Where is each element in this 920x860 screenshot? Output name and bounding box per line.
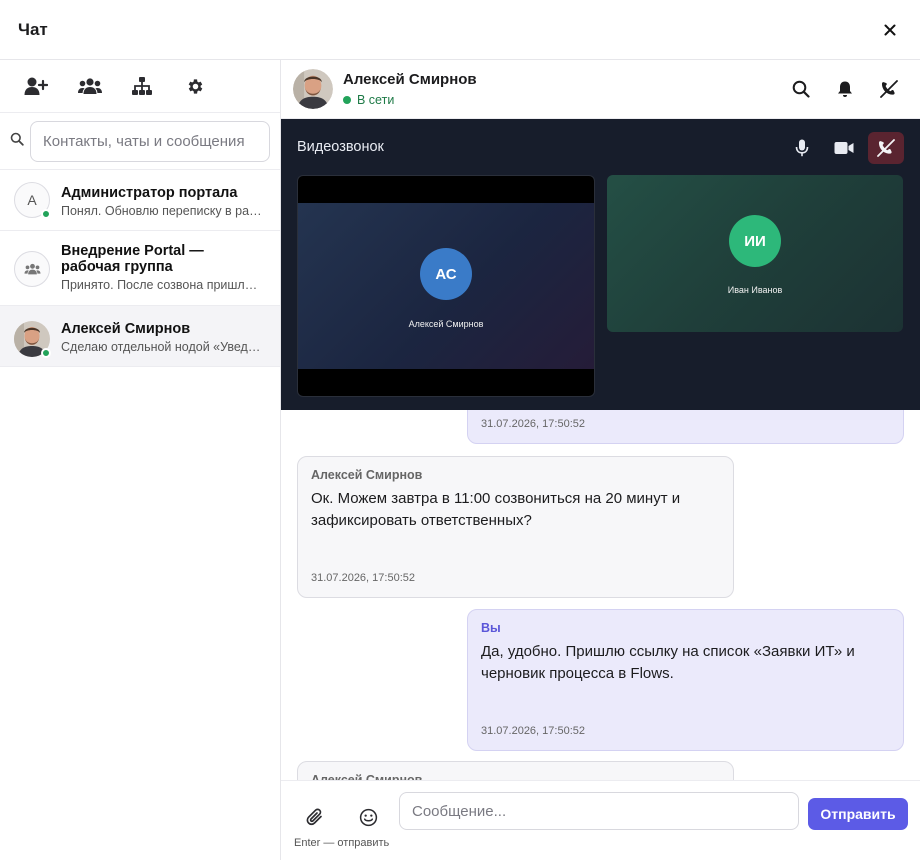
add-contact-button[interactable]: [22, 66, 76, 106]
org-structure-icon: [132, 77, 152, 95]
camera-icon: [834, 142, 854, 154]
message-bubble-outgoing: Вы Да, удобно. Пришлю ссылку на список «…: [467, 609, 904, 751]
camera-toggle-button[interactable]: [826, 132, 862, 164]
contacts-search-input[interactable]: [30, 120, 270, 162]
avatar: [293, 69, 333, 109]
participant-avatar: ИИ: [729, 215, 781, 267]
participant-name: Алексей Смирнов: [408, 319, 484, 329]
chat-preview: Принято. После созвона пришлю итоги.: [61, 278, 266, 292]
chat-name: Алексей Смирнов: [61, 321, 191, 337]
microphone-icon: [795, 139, 809, 157]
chat-preview: Сделаю отдельной нодой «Уведомления».: [61, 340, 266, 354]
paperclip-icon: [306, 808, 322, 826]
group-icon: [24, 263, 40, 275]
sidebar-toolbar: [0, 60, 280, 113]
notifications-button[interactable]: [832, 76, 858, 102]
message-bubble-incoming: Алексей Смирнов: [297, 761, 734, 780]
sidebar: А Администратор портала Понял. Обновлю п…: [0, 60, 281, 860]
end-call-icon: [877, 139, 895, 157]
user-photo: [293, 69, 333, 109]
message-time: 31.07.2026, 17:50:52: [311, 572, 415, 584]
search-button[interactable]: [788, 76, 814, 102]
message-author: Алексей Смирнов: [311, 468, 423, 482]
presence-status: В сети: [343, 93, 788, 107]
chat-list-item-active[interactable]: Алексей Смирнов Сделаю отдельной нодой «…: [0, 306, 280, 367]
contact-name: Алексей Смирнов: [343, 71, 477, 88]
add-user-icon: [24, 77, 48, 95]
message-author: Вы: [481, 621, 501, 635]
avatar: [14, 251, 50, 287]
create-group-button[interactable]: [76, 66, 130, 106]
avatar: [14, 321, 51, 358]
message-author: Алексей Смирнов: [311, 773, 423, 780]
microphone-toggle-button[interactable]: [784, 132, 820, 164]
chat-name: Внедрение Portal — рабочая группа: [61, 243, 204, 275]
status-text: В сети: [357, 93, 395, 107]
video-call-panel: Видеозвонок АС Алексей Смирнов ИИ Иван И…: [281, 119, 920, 410]
message-time: 31.07.2026, 17:50:52: [481, 418, 585, 430]
conversation-header: Алексей Смирнов В сети: [281, 60, 920, 119]
avatar: А: [14, 182, 51, 219]
gear-icon: [188, 78, 203, 94]
emoji-button[interactable]: [354, 803, 382, 831]
message-input[interactable]: [399, 792, 799, 830]
attach-button[interactable]: [301, 803, 329, 831]
settings-button[interactable]: [184, 66, 238, 106]
chat-name: Администратор портала: [61, 185, 238, 201]
message-text: Ок. Можем завтра в 11:00 созвониться на …: [311, 490, 681, 529]
video-call-title: Видеозвонок: [297, 139, 384, 155]
org-structure-button[interactable]: [130, 66, 184, 106]
end-call-icon: [880, 80, 898, 98]
video-tile[interactable]: АС Алексей Смирнов: [297, 175, 595, 397]
end-call-header-button[interactable]: [876, 76, 902, 102]
close-button[interactable]: [878, 18, 902, 42]
message-composer: Отправить Enter — отправить: [281, 780, 920, 860]
window-header: Чат: [0, 0, 920, 60]
message-bubble-incoming: Алексей Смирнов Ок. Можем завтра в 11:00…: [297, 456, 734, 598]
chat-list-item[interactable]: А Администратор портала Понял. Обновлю п…: [0, 170, 280, 231]
chat-list-item[interactable]: Внедрение Portal — рабочая группа Принят…: [0, 231, 280, 306]
conversation-panel: Алексей Смирнов В сети Видеозвонок АС Ал…: [281, 60, 920, 860]
close-icon: [884, 24, 896, 35]
online-indicator: [41, 209, 51, 219]
participant-avatar: АС: [420, 248, 472, 300]
composer-hint: Enter — отправить: [294, 837, 390, 849]
message-time: 31.07.2026, 17:50:52: [481, 725, 585, 737]
message-text: Да, удобно. Пришлю ссылку на список «Зая…: [481, 643, 855, 682]
group-avatar: [14, 251, 50, 287]
online-indicator: [343, 96, 351, 104]
emoji-icon: [359, 808, 377, 826]
bell-icon: [838, 81, 852, 97]
chat-preview: Понял. Обновлю переписку в рабочей групп…: [61, 204, 266, 218]
search-icon: [10, 132, 26, 151]
search-icon: [792, 80, 810, 98]
video-tile[interactable]: ИИ Иван Иванов: [607, 175, 903, 332]
sidebar-search: [0, 113, 280, 170]
message-bubble-outgoing: 31.07.2026, 17:50:52: [467, 410, 904, 444]
group-icon: [78, 78, 102, 94]
online-indicator: [41, 348, 51, 358]
send-button[interactable]: Отправить: [808, 798, 908, 830]
window-title: Чат: [18, 19, 48, 39]
participant-name: Иван Иванов: [727, 285, 783, 295]
message-list: 31.07.2026, 17:50:52 Алексей Смирнов Ок.…: [281, 410, 920, 780]
end-call-button[interactable]: [868, 132, 904, 164]
